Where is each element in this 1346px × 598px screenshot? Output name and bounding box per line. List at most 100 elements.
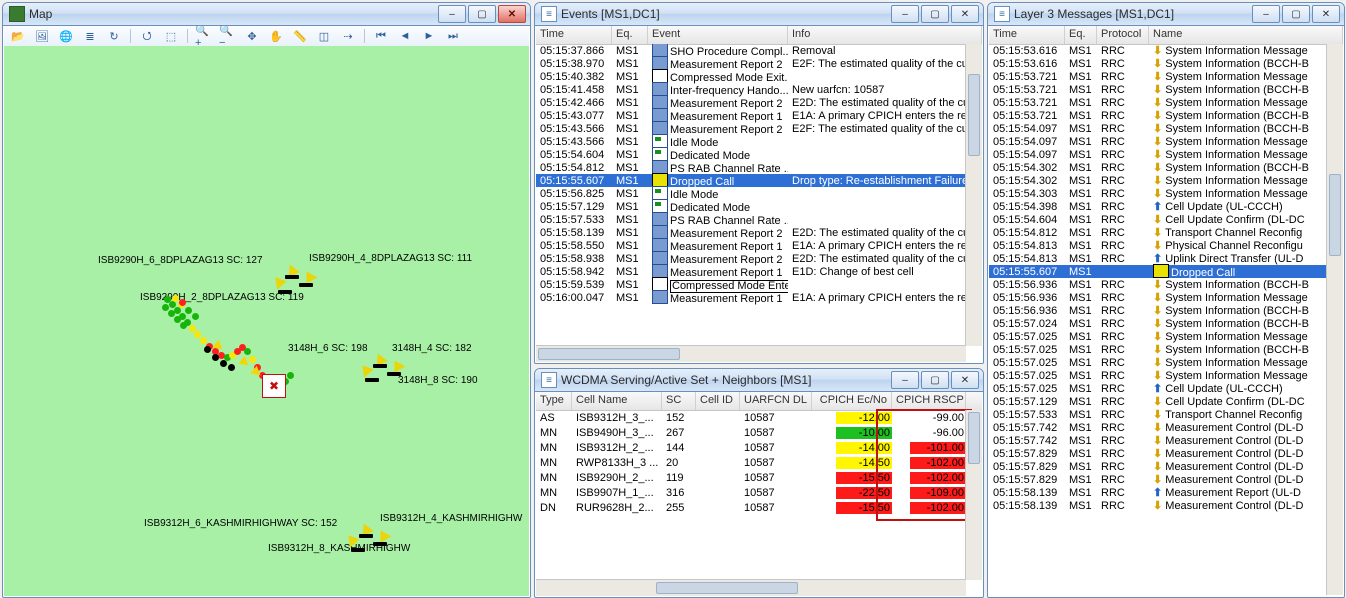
l3-row[interactable]: 05:15:57.025MS1RRC⬇ System Information M…	[989, 369, 1327, 382]
l3-titlebar[interactable]: ≡ Layer 3 Messages [MS1,DC1] – ▢ ✕	[988, 3, 1344, 26]
wcdma-hscroll[interactable]	[536, 579, 966, 596]
wcdma-row[interactable]: MNISB9290H_2_...11910587-15.50-102.00	[536, 470, 966, 485]
map-canvas[interactable]: ISB9290H_6_8DPLAZAG13 SC: 127 ISB9290H_4…	[4, 46, 529, 596]
l3-row[interactable]: 05:15:57.742MS1RRC⬇ Measurement Control …	[989, 434, 1327, 447]
l3-row[interactable]: 05:15:54.398MS1RRC⬆ Cell Update (UL-CCCH…	[989, 200, 1327, 213]
l3-row[interactable]: 05:15:57.829MS1RRC⬇ Measurement Control …	[989, 473, 1327, 486]
next-icon[interactable]: ►	[419, 27, 439, 45]
wcdma-row[interactable]: MNISB9907H_1_...31610587-22.50-109.00	[536, 485, 966, 500]
l3-rows[interactable]: 05:15:53.616MS1RRC⬇ System Information M…	[989, 44, 1327, 596]
col-info[interactable]: Info	[788, 26, 982, 44]
events-header[interactable]: Time Eq. Event Info	[536, 26, 982, 45]
l3-row[interactable]: 05:15:53.721MS1RRC⬇ System Information M…	[989, 70, 1327, 83]
l3-row[interactable]: 05:15:54.302MS1RRC⬇ System Information M…	[989, 174, 1327, 187]
l3-row[interactable]: 05:15:54.097MS1RRC⬇ System Information M…	[989, 148, 1327, 161]
l3-row[interactable]: 05:15:57.025MS1RRC⬆ Cell Update (UL-CCCH…	[989, 382, 1327, 395]
events-rows[interactable]: 05:15:37.866MS1SHO Procedure Compl...Rem…	[536, 44, 966, 346]
l3-row[interactable]: 05:15:57.533MS1RRC⬇ Transport Channel Re…	[989, 408, 1327, 421]
events-close-button[interactable]: ✕	[951, 5, 979, 23]
l3-header[interactable]: Time Eq. Protocol Name	[989, 26, 1343, 45]
l3-row[interactable]: 05:15:54.097MS1RRC⬇ System Information M…	[989, 135, 1327, 148]
select-icon[interactable]: ⬚	[161, 27, 181, 45]
open-icon[interactable]: 📂	[8, 27, 28, 45]
events-min-button[interactable]: –	[891, 5, 919, 23]
l3-row[interactable]: 05:15:56.936MS1RRC⬇ System Information M…	[989, 291, 1327, 304]
pan-icon[interactable]: ✋	[266, 27, 286, 45]
wcdma-row[interactable]: MNISB9312H_2_...14410587-14.00-101.00	[536, 440, 966, 455]
events-hscroll[interactable]	[536, 345, 966, 362]
fit-icon[interactable]: ✥	[242, 27, 262, 45]
map-close-button[interactable]: ✕	[498, 5, 526, 23]
l3-row[interactable]: 05:15:53.616MS1RRC⬇ System Information (…	[989, 57, 1327, 70]
l3-row[interactable]: 05:15:53.616MS1RRC⬇ System Information M…	[989, 44, 1327, 57]
globe-icon[interactable]: 🌐	[56, 27, 76, 45]
wcdma-row[interactable]: MNISB9490H_3_...26710587-10.00-96.00	[536, 425, 966, 440]
l3-row[interactable]: 05:15:53.721MS1RRC⬇ System Information (…	[989, 83, 1327, 96]
events-max-button[interactable]: ▢	[921, 5, 949, 23]
l3-row[interactable]: 05:15:54.604MS1RRC⬇ Cell Update Confirm …	[989, 213, 1327, 226]
zoom-out-icon[interactable]: 🔍−	[218, 27, 238, 45]
l3-min-button[interactable]: –	[1252, 5, 1280, 23]
wcdma-header[interactable]: Type Cell Name SC Cell ID UARFCN DL CPIC…	[536, 392, 982, 411]
l3-row[interactable]: 05:15:53.721MS1RRC⬇ System Information M…	[989, 96, 1327, 109]
wcdma-vscroll[interactable]	[965, 410, 982, 580]
l3-row[interactable]: 05:15:54.302MS1RRC⬇ System Information (…	[989, 161, 1327, 174]
l3-row[interactable]: 05:15:57.829MS1RRC⬇ Measurement Control …	[989, 447, 1327, 460]
events-titlebar[interactable]: ≡ Events [MS1,DC1] – ▢ ✕	[535, 3, 983, 26]
l3-max-button[interactable]: ▢	[1282, 5, 1310, 23]
col-cellname[interactable]: Cell Name	[572, 392, 662, 410]
image-icon[interactable]: 🖼	[32, 27, 52, 45]
wcdma-row[interactable]: DNRUR9628H_2...25510587-15.50-102.00	[536, 500, 966, 515]
l3-row[interactable]: 05:15:56.936MS1RRC⬇ System Information (…	[989, 304, 1327, 317]
wcdma-row[interactable]: MNRWP8133H_3 ...2010587-14.50-102.00	[536, 455, 966, 470]
l3-row[interactable]: 05:15:57.025MS1RRC⬇ System Information (…	[989, 343, 1327, 356]
l3-row[interactable]: 05:15:55.607MS1Dropped Call	[989, 265, 1327, 278]
col-proto[interactable]: Protocol	[1097, 26, 1149, 44]
l3-close-button[interactable]: ✕	[1312, 5, 1340, 23]
prev-icon[interactable]: ◄	[395, 27, 415, 45]
l3-row[interactable]: 05:15:57.829MS1RRC⬇ Measurement Control …	[989, 460, 1327, 473]
zoom-in-icon[interactable]: 🔍+	[194, 27, 214, 45]
l3-row[interactable]: 05:15:57.129MS1RRC⬇ Cell Update Confirm …	[989, 395, 1327, 408]
col-name[interactable]: Name	[1149, 26, 1343, 44]
col-event[interactable]: Event	[648, 26, 788, 44]
map-max-button[interactable]: ▢	[468, 5, 496, 23]
events-vscroll[interactable]	[965, 44, 982, 346]
measure-icon[interactable]: 📏	[290, 27, 310, 45]
col-type[interactable]: Type	[536, 392, 572, 410]
l3-vscroll[interactable]	[1326, 44, 1343, 595]
wcdma-titlebar[interactable]: ≡ WCDMA Serving/Active Set + Neighbors […	[535, 369, 983, 392]
l3-row[interactable]: 05:15:57.024MS1RRC⬇ System Information (…	[989, 317, 1327, 330]
wcdma-row[interactable]: ASISB9312H_3_...15210587-12.00-99.00	[536, 410, 966, 425]
map-titlebar[interactable]: Map – ▢ ✕	[3, 3, 530, 26]
l3-row[interactable]: 05:15:54.813MS1RRC⬇ Physical Channel Rec…	[989, 239, 1327, 252]
first-icon[interactable]: ⏮	[371, 27, 391, 45]
wcdma-rows[interactable]: ASISB9312H_3_...15210587-12.00-99.00MNIS…	[536, 410, 966, 580]
events-row[interactable]: 05:16:00.047MS1Measurement Report 1E1A: …	[536, 291, 966, 304]
l3-row[interactable]: 05:15:56.936MS1RRC⬇ System Information (…	[989, 278, 1327, 291]
wcdma-min-button[interactable]: –	[891, 371, 919, 389]
refresh-icon[interactable]: ↻	[104, 27, 124, 45]
wcdma-max-button[interactable]: ▢	[921, 371, 949, 389]
col-cellid[interactable]: Cell ID	[696, 392, 740, 410]
dropped-call-marker[interactable]: ✖	[262, 374, 286, 398]
l3-row[interactable]: 05:15:54.812MS1RRC⬇ Transport Channel Re…	[989, 226, 1327, 239]
last-icon[interactable]: ⏭	[443, 27, 463, 45]
layers-icon[interactable]: ≣	[80, 27, 100, 45]
l3-row[interactable]: 05:15:58.139MS1RRC⬆ Measurement Report (…	[989, 486, 1327, 499]
l3-row[interactable]: 05:15:57.025MS1RRC⬇ System Information M…	[989, 356, 1327, 369]
col-eq[interactable]: Eq.	[612, 26, 648, 44]
col-ecno[interactable]: CPICH Ec/No	[812, 392, 892, 410]
col-uarfcn[interactable]: UARFCN DL	[740, 392, 812, 410]
col-eq[interactable]: Eq.	[1065, 26, 1097, 44]
l3-row[interactable]: 05:15:57.025MS1RRC⬇ System Information M…	[989, 330, 1327, 343]
route-icon[interactable]: ⇢	[338, 27, 358, 45]
l3-row[interactable]: 05:15:54.303MS1RRC⬇ System Information M…	[989, 187, 1327, 200]
ruler-icon[interactable]: ◫	[314, 27, 334, 45]
l3-row[interactable]: 05:15:58.139MS1RRC⬇ Measurement Control …	[989, 499, 1327, 512]
pointer-icon[interactable]: ⭯	[137, 27, 157, 45]
col-rscp[interactable]: CPICH RSCP	[892, 392, 966, 410]
l3-row[interactable]: 05:15:53.721MS1RRC⬇ System Information (…	[989, 109, 1327, 122]
l3-row[interactable]: 05:15:57.742MS1RRC⬇ Measurement Control …	[989, 421, 1327, 434]
col-time[interactable]: Time	[989, 26, 1065, 44]
